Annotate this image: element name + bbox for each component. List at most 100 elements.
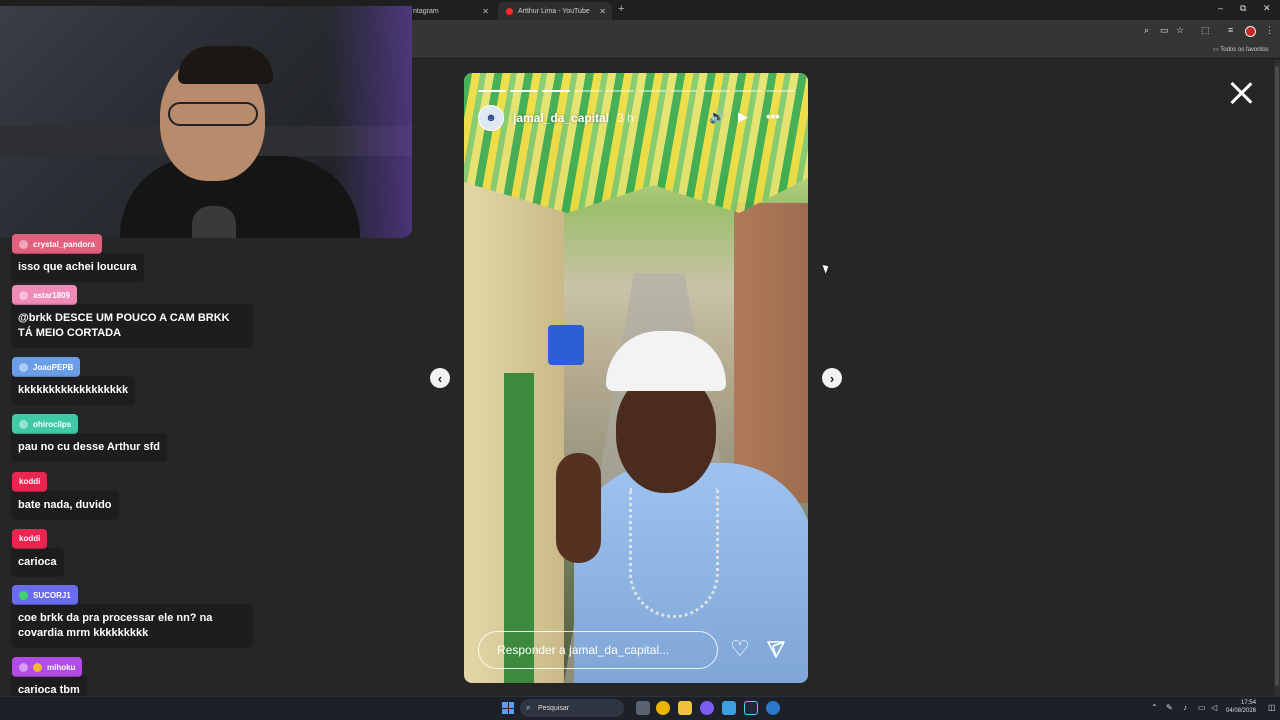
restore-button[interactable]: ⧉ [1240,3,1246,14]
obs-icon[interactable] [744,701,758,715]
chat-username-badge: astar1809 [12,285,77,305]
tab-label: ntagram [413,7,439,15]
story-progress-segment [670,90,698,92]
story-username[interactable]: jamal_da_capital [513,111,609,125]
story-progress-segment [574,90,602,92]
story-reply-input[interactable]: Responder a jamal_da_capital... [478,631,718,669]
clock-date: 04/08/2026 [1226,708,1257,714]
notifications-icon[interactable]: ◫ [1268,703,1276,712]
chat-message: koddi carioca [12,528,63,576]
story-progress-segment [766,90,794,92]
chrome-icon[interactable] [656,701,670,715]
profile-avatar[interactable] [1245,26,1256,37]
folder-icon: ▭ [1213,47,1219,53]
play-icon[interactable]: ▶ [738,109,748,125]
story-photo-wall-right [734,203,808,503]
microphone-icon[interactable]: ♪ [1183,703,1187,712]
sub-badge-icon [33,662,42,672]
user-badge-icon [19,662,28,672]
user-badge-icon [19,362,28,372]
chat-username-badge: koddi [12,528,48,549]
extensions-icon[interactable]: ⬚ [1201,25,1210,36]
story-viewer[interactable]: ☻ jamal_da_capital 3 h 🔊 ▶ ••• Responder… [464,73,808,683]
chat-message: ohiroclips pau no cu desse Arthur sfd [12,414,167,461]
chat-username-badge: ohiroclips [12,414,79,434]
chat-username-badge: SUCORJ1 [12,585,78,605]
next-story-button[interactable]: › [822,368,842,388]
story-photo-hand [556,453,601,563]
app-icon[interactable] [722,701,736,715]
network-icon[interactable]: ▭ [1198,703,1206,712]
zoom-icon[interactable]: ⌕ [1144,25,1149,36]
tab-instagram[interactable]: ntagram ✕ [405,2,495,20]
story-progress-segment [734,90,762,92]
chat-message: koddi bate nada, duvido [12,471,118,519]
tray-chevron-icon[interactable]: ⌃ [1151,703,1158,712]
story-photo-chain [629,488,719,618]
mouse-cursor-icon [822,263,831,274]
story-progress-segment [510,90,538,92]
previous-story-button[interactable]: ‹ [430,368,450,388]
youtube-icon [506,7,513,15]
story-avatar[interactable]: ☻ [478,105,504,131]
chat-message-text: bate nada, duvido [12,491,118,519]
chat-username-badge: mihoku [12,657,83,677]
cast-icon[interactable]: ▭ [1160,25,1169,36]
story-progress-segment [478,90,506,92]
window-close-button[interactable]: ✕ [1263,3,1271,14]
bookmark-star-icon[interactable]: ☆ [1176,25,1184,36]
search-icon: ⌕ [526,703,531,712]
pen-icon[interactable]: ✎ [1166,703,1173,712]
sound-icon[interactable]: 🔊 [709,109,725,125]
streamer-webcam [0,6,412,238]
story-progress-segment [542,90,570,92]
minimize-button[interactable]: – [1218,3,1223,13]
file-explorer-icon[interactable] [678,701,692,715]
tab-label: Artthur Lima - YouTube [518,7,590,15]
user-badge-icon [19,239,28,249]
chat-username-badge: JoaoPEPB [12,357,81,377]
taskbar-clock[interactable]: 17:54 04/08/2026 [1226,699,1256,715]
user-badge-icon [19,419,28,429]
story-photo-chair [548,325,584,365]
task-view-icon[interactable] [636,701,650,715]
all-bookmarks-link[interactable]: ▭ Todos os favoritos [1213,46,1269,53]
tab-close-icon[interactable]: ✕ [599,7,606,16]
tab-youtube[interactable]: Artthur Lima - YouTube ✕ [498,2,612,20]
chat-message-text: pau no cu desse Arthur sfd [12,434,167,461]
discord-icon[interactable] [700,701,714,715]
story-progress-segment [606,90,634,92]
webcam-person-hair [178,46,273,84]
media-icon[interactable]: ≡ [1228,25,1233,35]
chat-message-text: kkkkkkkkkkkkkkkkkk [12,377,135,404]
story-time: 3 h [617,111,634,125]
browser-app-icon[interactable] [766,701,780,715]
new-tab-button[interactable]: + [618,3,624,15]
chat-message: SUCORJ1 coe brkk da pra processar ele nn… [12,585,252,647]
windows-start-icon[interactable] [502,702,514,714]
clock-time: 17:54 [1241,700,1257,706]
chat-message: astar1809 @brkk DESCE UM POUCO A CAM BRK… [12,285,252,347]
chat-message: crystal_pandora isso que achei loucura [12,234,143,281]
send-icon[interactable] [766,639,786,659]
user-badge-icon [19,590,28,600]
chat-message-text: carioca [12,548,63,576]
reply-placeholder: Responder a jamal_da_capital... [497,643,670,657]
like-heart-icon[interactable]: ♡ [730,638,750,660]
chat-message-text: isso que achei loucura [12,254,143,281]
more-options-icon[interactable]: ••• [766,109,780,124]
volume-icon[interactable]: ◁ [1211,703,1217,712]
chat-message: JoaoPEPB kkkkkkkkkkkkkkkkkk [12,357,135,404]
user-badge-icon [19,290,28,300]
scrollbar-thumb[interactable] [1275,66,1279,686]
chat-message-text: coe brkk da pra processar ele nn? na cov… [12,605,252,647]
menu-icon[interactable]: ⋮ [1265,25,1274,36]
story-photo-person-head [616,373,716,493]
story-progress-bar [478,90,794,92]
tab-close-icon[interactable]: ✕ [482,7,489,16]
story-progress-segment [638,90,666,92]
close-viewer-icon[interactable] [1228,80,1254,106]
chat-message-text: @brkk DESCE UM POUCO A CAM BRKK TÁ MEIO … [12,305,252,347]
taskbar-search[interactable]: ⌕ Pesquisar [520,699,624,717]
chat-username-badge: crystal_pandora [12,234,102,254]
